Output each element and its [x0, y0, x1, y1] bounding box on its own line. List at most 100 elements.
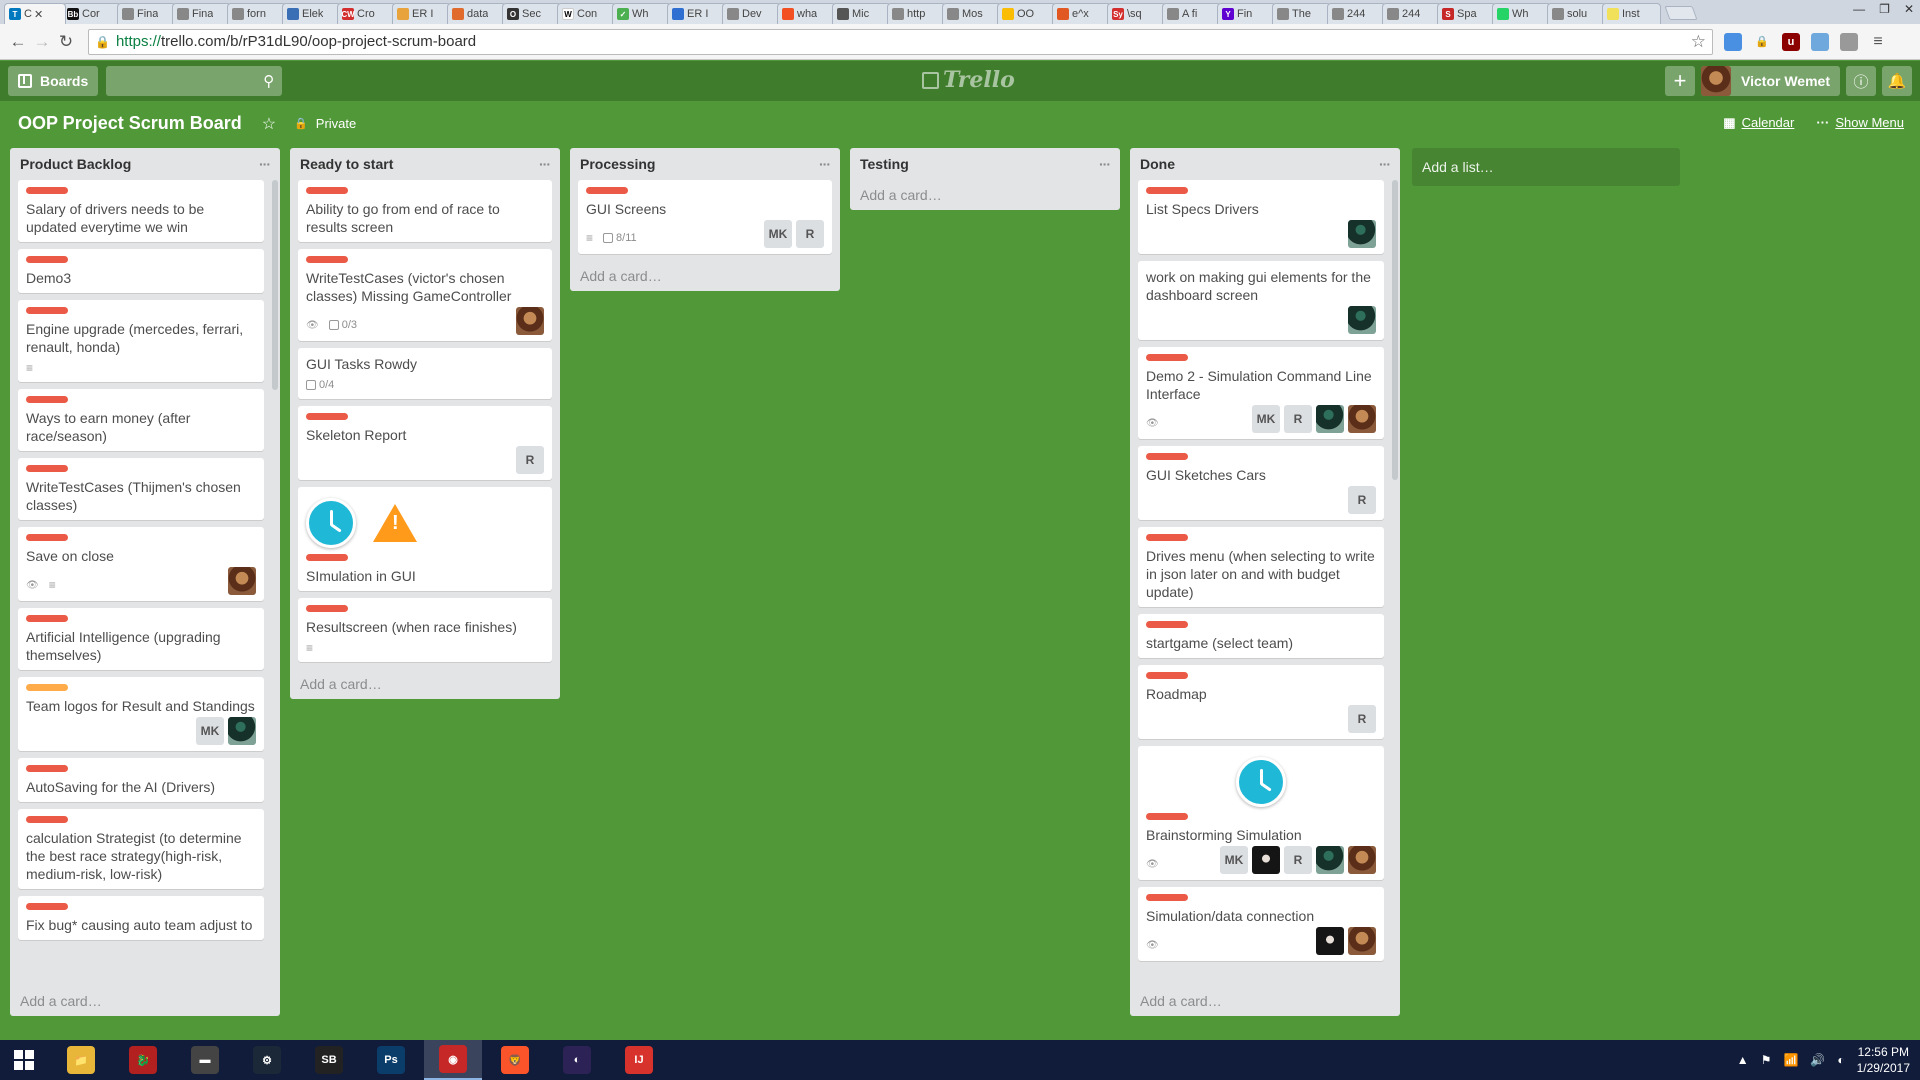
- browser-tab[interactable]: forn: [227, 3, 286, 24]
- card[interactable]: GUI Tasks Rowdy 0/4: [298, 348, 552, 399]
- browser-tab[interactable]: ER I: [392, 3, 451, 24]
- back-icon[interactable]: ←: [6, 32, 30, 52]
- extension-icon[interactable]: [1724, 32, 1742, 51]
- lock-extension-icon[interactable]: 🔒: [1753, 33, 1771, 51]
- star-icon[interactable]: ☆: [262, 114, 276, 134]
- card-label-red[interactable]: [1146, 621, 1188, 628]
- list-menu-icon[interactable]: ···: [1379, 156, 1391, 172]
- list-title[interactable]: Done: [1140, 156, 1175, 172]
- browser-tab[interactable]: Bb Cor: [62, 3, 121, 24]
- card[interactable]: AutoSaving for the AI (Drivers): [18, 758, 264, 802]
- card-label-red[interactable]: [26, 307, 68, 314]
- maximize-icon[interactable]: ❐: [1879, 2, 1890, 16]
- browser-tab[interactable]: O Sec: [502, 3, 561, 24]
- card-label-red[interactable]: [1146, 453, 1188, 460]
- card[interactable]: WriteTestCases (victor's chosen classes)…: [298, 249, 552, 341]
- list-header[interactable]: Testing ···: [850, 148, 1120, 180]
- member-initials[interactable]: R: [1348, 486, 1376, 514]
- card-label-red[interactable]: [1146, 813, 1188, 820]
- browser-tab[interactable]: Mic: [832, 3, 891, 24]
- browser-tab[interactable]: Fina: [117, 3, 176, 24]
- list-header[interactable]: Done ···: [1130, 148, 1400, 180]
- card[interactable]: List Specs Drivers: [1138, 180, 1384, 254]
- member-initials[interactable]: MK: [1220, 846, 1248, 874]
- show-menu-button[interactable]: ··· Show Menu: [1816, 115, 1904, 131]
- member-initials[interactable]: MK: [1252, 405, 1280, 433]
- browser-tab[interactable]: Sy \sq: [1107, 3, 1166, 24]
- card[interactable]: Resultscreen (when race finishes) ≡: [298, 598, 552, 662]
- list-title[interactable]: Processing: [580, 156, 655, 172]
- add-card-button[interactable]: Add a card…: [10, 986, 280, 1016]
- member-initials[interactable]: R: [796, 220, 824, 248]
- card-label-red[interactable]: [1146, 534, 1188, 541]
- card[interactable]: Brainstorming Simulation 👁 MK R: [1138, 746, 1384, 880]
- taskbar-clock[interactable]: 12:56 PM 1/29/2017: [1857, 1044, 1910, 1076]
- card[interactable]: Team logos for Result and Standings MK: [18, 677, 264, 751]
- card-label-red[interactable]: [26, 816, 68, 823]
- card[interactable]: Engine upgrade (mercedes, ferrari, renau…: [18, 300, 264, 382]
- card[interactable]: ! SImulation in GUI: [298, 487, 552, 591]
- card-label-red[interactable]: [26, 187, 68, 194]
- file-explorer[interactable]: 📁: [52, 1040, 110, 1080]
- card[interactable]: GUI Screens ≡ 8/11 MK R: [578, 180, 832, 254]
- member-initials[interactable]: R: [516, 446, 544, 474]
- list-title[interactable]: Testing: [860, 156, 909, 172]
- url-text[interactable]: https://trello.com/b/rP31dL90/oop-projec…: [116, 33, 1691, 50]
- card-label-orange[interactable]: [26, 684, 68, 691]
- member-avatar[interactable]: [228, 717, 256, 745]
- steam-app[interactable]: ⚙: [238, 1040, 296, 1080]
- card[interactable]: Artificial Intelligence (upgrading thems…: [18, 608, 264, 670]
- add-card-button[interactable]: Add a card…: [1130, 986, 1400, 1016]
- soundblaster-app[interactable]: SB: [300, 1040, 358, 1080]
- tab-close-icon[interactable]: ✕: [34, 8, 43, 21]
- member-initials[interactable]: MK: [764, 220, 792, 248]
- card-label-red[interactable]: [306, 187, 348, 194]
- minimize-icon[interactable]: —: [1853, 2, 1865, 16]
- member-avatar[interactable]: [1316, 405, 1344, 433]
- forward-icon[interactable]: →: [30, 32, 54, 52]
- browser-tab[interactable]: Y Fin: [1217, 3, 1276, 24]
- address-bar[interactable]: 🔒 https://trello.com/b/rP31dL90/oop-proj…: [88, 28, 1713, 55]
- member-avatar[interactable]: [1348, 306, 1376, 334]
- card[interactable]: Simulation/data connection 👁: [1138, 887, 1384, 961]
- browser-tab[interactable]: Wh: [1492, 3, 1551, 24]
- card[interactable]: Salary of drivers needs to be updated ev…: [18, 180, 264, 242]
- card-label-red[interactable]: [26, 903, 68, 910]
- card[interactable]: WriteTestCases (Thijmen's chosen classes…: [18, 458, 264, 520]
- list-title[interactable]: Ready to start: [300, 156, 393, 172]
- start-button[interactable]: [0, 1040, 48, 1080]
- card[interactable]: Skeleton Report R: [298, 406, 552, 480]
- member-avatar[interactable]: [228, 567, 256, 595]
- browser-tab[interactable]: http: [887, 3, 946, 24]
- search-input[interactable]: ⚲: [106, 66, 283, 96]
- tray-arrow-icon[interactable]: ▲: [1737, 1053, 1749, 1067]
- network-icon[interactable]: 📶: [1783, 1053, 1798, 1067]
- list-menu-icon[interactable]: ···: [259, 156, 271, 172]
- card-label-red[interactable]: [26, 256, 68, 263]
- browser-tab[interactable]: e^x: [1052, 3, 1111, 24]
- member-avatar[interactable]: [1316, 927, 1344, 955]
- brave-app[interactable]: 🦁: [486, 1040, 544, 1080]
- browser-tab[interactable]: The: [1272, 3, 1331, 24]
- browser-tab[interactable]: T C ✕: [4, 3, 66, 24]
- member-avatar[interactable]: [1348, 927, 1376, 955]
- card-label-red[interactable]: [26, 534, 68, 541]
- browser-tab[interactable]: OO: [997, 3, 1056, 24]
- card[interactable]: Drives menu (when selecting to write in …: [1138, 527, 1384, 607]
- card-label-red[interactable]: [306, 554, 348, 561]
- calendar-button[interactable]: ▦ Calendar: [1723, 115, 1794, 131]
- scrollbar[interactable]: [1392, 180, 1398, 480]
- browser-tab[interactable]: wha: [777, 3, 836, 24]
- add-list-button[interactable]: Add a list…: [1412, 148, 1680, 186]
- notifications-bell-icon[interactable]: 🔔: [1882, 66, 1912, 96]
- list-header[interactable]: Processing ···: [570, 148, 840, 180]
- weather-icon[interactable]: ◐: [1837, 1053, 1844, 1067]
- card[interactable]: work on making gui elements for the dash…: [1138, 261, 1384, 340]
- member-avatar[interactable]: [1348, 220, 1376, 248]
- trello-logo[interactable]: Trello: [922, 67, 1015, 93]
- create-button[interactable]: +: [1665, 66, 1696, 96]
- intellij-app[interactable]: IJ: [610, 1040, 668, 1080]
- card[interactable]: startgame (select team): [1138, 614, 1384, 658]
- bookmark-star-icon[interactable]: ☆: [1691, 32, 1706, 52]
- scrollbar[interactable]: [272, 180, 278, 390]
